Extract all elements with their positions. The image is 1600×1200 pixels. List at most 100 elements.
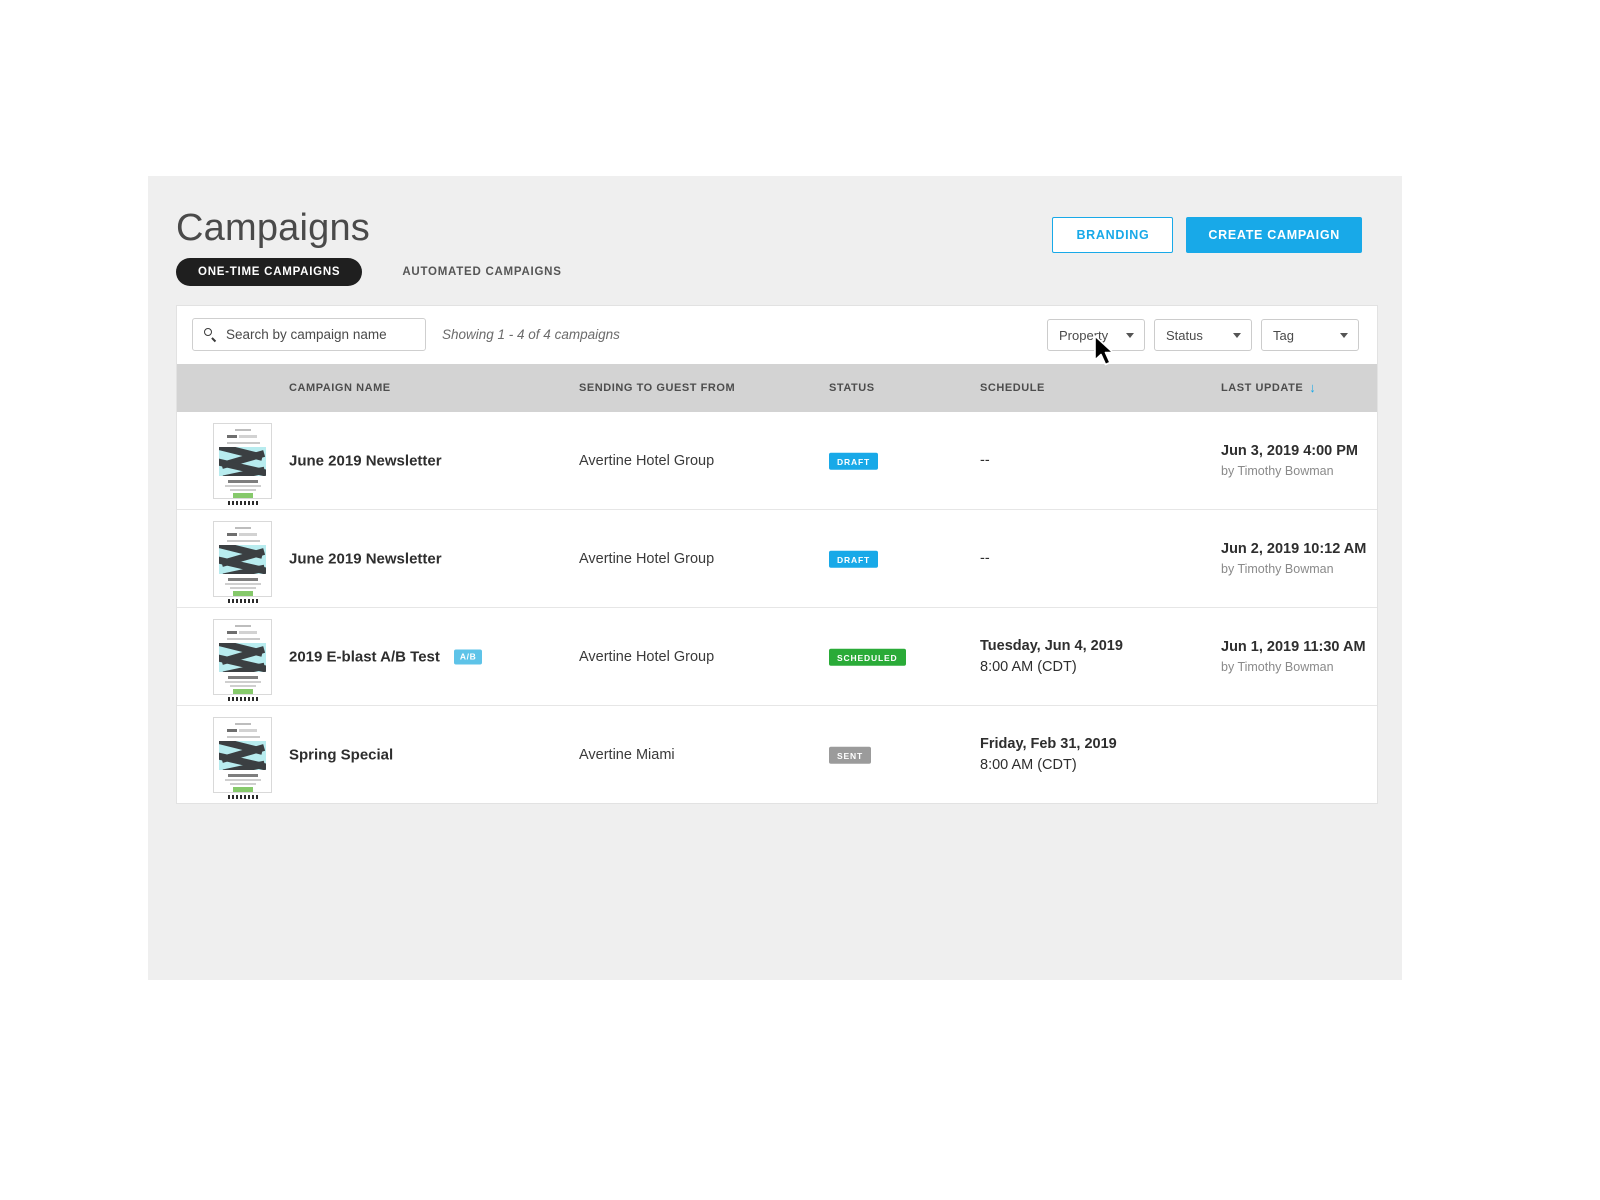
campaign-name-cell[interactable]: 2019 E-blast A/B Test A/B	[289, 648, 483, 665]
sending-to-guest-from-cell: Avertine Hotel Group	[579, 452, 715, 469]
thumbnail-text-line	[225, 583, 261, 585]
thumbnail-hero-image	[219, 545, 266, 574]
schedule-date: --	[980, 452, 990, 468]
thumbnail-heading	[228, 578, 258, 581]
column-header-status[interactable]: STATUS	[829, 382, 875, 394]
thumbnail-text-line	[230, 783, 256, 785]
table-row[interactable]: 2019 E-blast A/B Test A/B Avertine Hotel …	[177, 608, 1377, 706]
thumbnail-hero-image	[219, 741, 266, 770]
schedule-cell: --	[980, 450, 990, 471]
last-update-cell: Jun 3, 2019 4:00 PM by Timothy Bowman	[1221, 441, 1358, 481]
filter-property[interactable]: Property	[1047, 319, 1145, 351]
campaign-name-label: Spring Special	[289, 746, 394, 763]
schedule-cell: Tuesday, Jun 4, 2019 8:00 AM (CDT)	[980, 636, 1123, 678]
create-campaign-button[interactable]: CREATE CAMPAIGN	[1186, 217, 1362, 253]
thumbnail-logo	[234, 527, 251, 529]
thumbnail-text-line	[239, 435, 257, 438]
thumbnail-hero-image	[219, 447, 266, 476]
schedule-time: 8:00 AM (CDT)	[980, 658, 1077, 675]
chevron-down-icon	[1233, 333, 1241, 338]
thumbnail-cta-button	[233, 591, 253, 596]
header-actions: BRANDING CREATE CAMPAIGN	[1052, 217, 1362, 253]
branding-button[interactable]: BRANDING	[1052, 217, 1174, 253]
thumbnail-text-line	[227, 435, 237, 438]
filter-group: Property Status Tag	[1047, 319, 1359, 351]
campaign-thumbnail[interactable]	[213, 521, 272, 597]
thumbnail-footer-bar	[228, 599, 258, 603]
search-input[interactable]	[226, 327, 416, 342]
status-cell: SENT	[829, 745, 872, 764]
thumbnail-text-line	[227, 631, 237, 634]
thumbnail-logo	[234, 429, 251, 431]
column-header-last-update[interactable]: LAST UPDATE ↓	[1221, 380, 1317, 395]
thumbnail-logo	[234, 625, 251, 627]
last-update-date: Jun 3, 2019 4:00 PM	[1221, 442, 1359, 459]
ab-test-badge: A/B	[453, 649, 483, 664]
thumbnail-text-line	[230, 685, 256, 687]
thumbnail-text-line	[225, 779, 261, 781]
schedule-cell: Friday, Feb 31, 2019 8:00 AM (CDT)	[980, 734, 1117, 776]
thumbnail-text-line	[230, 587, 256, 589]
column-header-campaign-name[interactable]: CAMPAIGN NAME	[289, 382, 391, 394]
thumbnail-heading	[228, 774, 258, 777]
schedule-cell: --	[980, 548, 990, 569]
thumbnail-hero-image	[219, 643, 266, 672]
sending-to-guest-from-cell: Avertine Miami	[579, 746, 675, 763]
sort-descending-icon: ↓	[1309, 380, 1317, 395]
column-header-sending-to-guest-from[interactable]: SENDING TO GUEST FROM	[579, 382, 735, 394]
column-header-schedule[interactable]: SCHEDULE	[980, 382, 1045, 394]
search-box[interactable]	[192, 318, 426, 351]
sending-to-guest-from-cell: Avertine Hotel Group	[579, 648, 715, 665]
filter-status[interactable]: Status	[1154, 319, 1252, 351]
status-cell: SCHEDULED	[829, 647, 906, 666]
thumbnail-text-line	[230, 489, 256, 491]
campaign-thumbnail[interactable]	[213, 619, 272, 695]
filter-tag[interactable]: Tag	[1261, 319, 1359, 351]
last-update-author: by Timothy Bowman	[1221, 561, 1334, 576]
thumbnail-text-line	[239, 729, 257, 732]
thumbnail-text-line	[227, 540, 260, 542]
campaign-thumbnail[interactable]	[213, 717, 272, 793]
thumbnail-text-line	[227, 533, 237, 536]
thumbnail-footer-bar	[228, 501, 258, 505]
thumbnail-cta-button	[233, 787, 253, 792]
campaign-name-cell[interactable]: June 2019 Newsletter	[289, 452, 442, 469]
table-header-row: CAMPAIGN NAME SENDING TO GUEST FROM STAT…	[177, 364, 1377, 412]
status-cell: DRAFT	[829, 549, 879, 568]
last-update-author: by Timothy Bowman	[1221, 463, 1334, 478]
campaign-name-label: June 2019 Newsletter	[289, 550, 442, 567]
thumbnail-heading	[228, 676, 258, 679]
thumbnail-footer-bar	[228, 795, 258, 799]
chevron-down-icon	[1126, 333, 1134, 338]
status-cell: DRAFT	[829, 451, 879, 470]
thumbnail-text-line	[225, 681, 261, 683]
thumbnail-text-line	[227, 736, 260, 738]
campaign-thumbnail[interactable]	[213, 423, 272, 499]
last-update-date: Jun 1, 2019 11:30 AM	[1221, 638, 1366, 655]
campaign-name-label: 2019 E-blast A/B Test	[289, 648, 440, 665]
schedule-time: 8:00 AM (CDT)	[980, 756, 1077, 773]
sending-to-guest-from-cell: Avertine Hotel Group	[579, 550, 715, 567]
chevron-down-icon	[1340, 333, 1348, 338]
page-title: Campaigns	[176, 207, 371, 249]
tab-automated-campaigns[interactable]: AUTOMATED CAMPAIGNS	[382, 258, 581, 286]
thumbnail-logo	[234, 723, 251, 725]
tab-one-time-campaigns[interactable]: ONE-TIME CAMPAIGNS	[176, 258, 363, 286]
thumbnail-cta-button	[233, 493, 253, 498]
table-row[interactable]: Spring Special Avertine Miami SENT Frida…	[177, 706, 1377, 803]
campaign-name-cell[interactable]: June 2019 Newsletter	[289, 550, 442, 567]
table-row[interactable]: June 2019 Newsletter Avertine Hotel Grou…	[177, 412, 1377, 510]
last-update-author: by Timothy Bowman	[1221, 659, 1334, 674]
thumbnail-heading	[228, 480, 258, 483]
last-update-date: Jun 2, 2019 10:12 AM	[1221, 540, 1367, 557]
status-badge: DRAFT	[829, 452, 879, 470]
thumbnail-cta-button	[233, 689, 253, 694]
schedule-date: --	[980, 550, 990, 566]
status-badge: DRAFT	[829, 550, 879, 568]
table-row[interactable]: June 2019 Newsletter Avertine Hotel Grou…	[177, 510, 1377, 608]
thumbnail-text-line	[239, 631, 257, 634]
thumbnail-text-line	[227, 729, 237, 732]
campaign-name-cell[interactable]: Spring Special	[289, 746, 393, 763]
column-header-last-update-label: LAST UPDATE	[1221, 382, 1304, 394]
screen: Campaigns BRANDING CREATE CAMPAIGN ONE-T…	[0, 0, 1600, 1200]
